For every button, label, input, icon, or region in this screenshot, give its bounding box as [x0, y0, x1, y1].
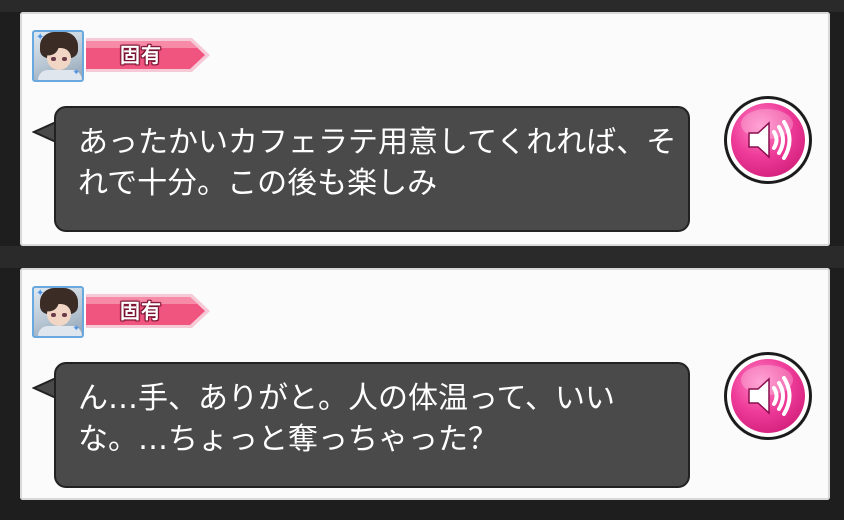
speaker-icon: [748, 376, 792, 416]
background-gap: [0, 246, 844, 268]
dialogue-bubble: あったかいカフェラテ用意してくれれば、それで十分。この後も楽しみ: [54, 106, 690, 232]
dialogue-text: ん…手、ありがと。人の体温って、いいな。…ちょっと奪っちゃった？: [78, 381, 615, 457]
category-tag: 固有: [86, 36, 212, 74]
dialogue-bubble: ん…手、ありがと。人の体温って、いいな。…ちょっと奪っちゃった？: [54, 362, 690, 488]
voice-line-card: ✦ ✦ 固有 ん…手、ありがと。人の体温って、いいな。…ちょっと奪っちゃった？: [20, 268, 830, 500]
character-avatar: ✦ ✦: [32, 30, 84, 82]
category-tag-label: 固有: [120, 299, 162, 323]
play-voice-button[interactable]: [724, 352, 812, 440]
character-avatar: ✦ ✦: [32, 286, 84, 338]
voice-line-card: ✦ ✦ 固有 あったかいカフェラテ用意してくれれば、それで十分。この後も楽しみ: [20, 12, 830, 246]
background-top: [0, 0, 844, 12]
category-tag-label: 固有: [120, 43, 162, 67]
play-voice-button[interactable]: [724, 96, 812, 184]
dialogue-text: あったかいカフェラテ用意してくれれば、それで十分。この後も楽しみ: [78, 125, 677, 201]
category-tag: 固有: [86, 292, 212, 330]
speaker-icon: [748, 120, 792, 160]
